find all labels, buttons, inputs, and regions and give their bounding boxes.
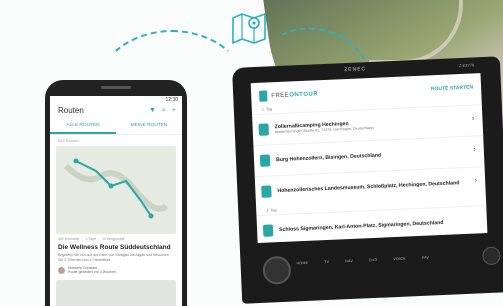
fav-button[interactable]: FAV bbox=[422, 256, 429, 260]
chevron-right-icon: › bbox=[471, 113, 475, 123]
voice-button[interactable]: VOICE bbox=[393, 257, 406, 262]
page-title: Routen bbox=[58, 106, 84, 115]
route-map-thumbnail[interactable] bbox=[56, 146, 176, 234]
start-route-button[interactable]: ROUTE STARTEN bbox=[431, 84, 473, 92]
chevron-right-icon: › bbox=[472, 144, 476, 154]
author-meta: Route geändert vor 4 Wochen bbox=[68, 270, 116, 275]
stop-name: Schloss Sigmaringen, Karl-Anton-Platz, S… bbox=[278, 219, 444, 234]
location-pin-icon bbox=[262, 224, 274, 237]
location-pin-icon bbox=[258, 123, 269, 136]
logo-icon bbox=[259, 90, 268, 102]
location-pin-icon bbox=[261, 185, 272, 198]
phone-speaker bbox=[101, 86, 131, 89]
route-map bbox=[56, 146, 176, 234]
route-days: 4 Tage bbox=[85, 237, 97, 241]
unit-screen: FREEONTOUR ROUTE STARTEN 1. Tag Zollerna… bbox=[250, 73, 488, 244]
map-icon bbox=[232, 13, 266, 44]
location-pin-icon bbox=[259, 154, 271, 167]
chevron-right-icon: › bbox=[474, 175, 478, 185]
stop-name: Hohenzollerisches Landesmuseum, Schloßpl… bbox=[277, 180, 460, 195]
dvd-button[interactable]: DVD bbox=[369, 258, 377, 262]
route-description: Begleiten Sie uns auf der Fahrt von Stut… bbox=[58, 253, 169, 262]
status-time: 12:30 bbox=[165, 97, 178, 103]
volume-knob[interactable] bbox=[262, 255, 292, 285]
right-knob[interactable] bbox=[482, 246, 501, 266]
routes-count: 262 Routen bbox=[58, 138, 79, 143]
route-title[interactable]: Die Wellness Route Süddeutschland bbox=[50, 244, 182, 251]
car-head-unit: ZENEC Z-E3776 FREEONTOUR ROUTE STARTEN 1… bbox=[232, 56, 503, 304]
filter-icon[interactable]: ▼ bbox=[149, 107, 156, 115]
scene: 12:30 Routen ▼ ⌕ + ALLE ROUTEN MEINE ROU… bbox=[0, 0, 503, 306]
phone-screen: 12:30 Routen ▼ ⌕ + ALLE ROUTEN MEINE ROU… bbox=[50, 96, 182, 306]
search-icon[interactable]: ⌕ bbox=[162, 107, 166, 115]
avatar bbox=[58, 266, 65, 274]
logo-text-1: FREE bbox=[271, 92, 290, 99]
add-icon[interactable]: + bbox=[172, 107, 176, 115]
nav-button[interactable]: NAV bbox=[345, 259, 353, 263]
tv-button[interactable]: TV bbox=[324, 260, 329, 264]
tab-all-routes[interactable]: ALLE ROUTEN bbox=[50, 119, 116, 134]
stop-name: Burg Hohenzollern, Bisingen, Deutschland bbox=[275, 152, 382, 164]
model-label: Z-E3776 bbox=[458, 62, 475, 69]
smartphone: 12:30 Routen ▼ ⌕ + ALLE ROUTEN MEINE ROU… bbox=[45, 80, 187, 306]
route-waypoints: 20 Wegpunkte bbox=[102, 237, 125, 241]
tab-my-routes[interactable]: MEINE ROUTEN bbox=[116, 119, 182, 134]
route-map-thumbnail-2[interactable] bbox=[56, 280, 176, 306]
app-logo: FREEONTOUR bbox=[259, 88, 318, 102]
logo-text-2: ONTOUR bbox=[289, 90, 319, 99]
brand-label: ZENEC bbox=[344, 66, 367, 74]
route-distance: 452 Kilometer bbox=[58, 237, 80, 241]
home-button[interactable]: HOME bbox=[296, 261, 308, 266]
